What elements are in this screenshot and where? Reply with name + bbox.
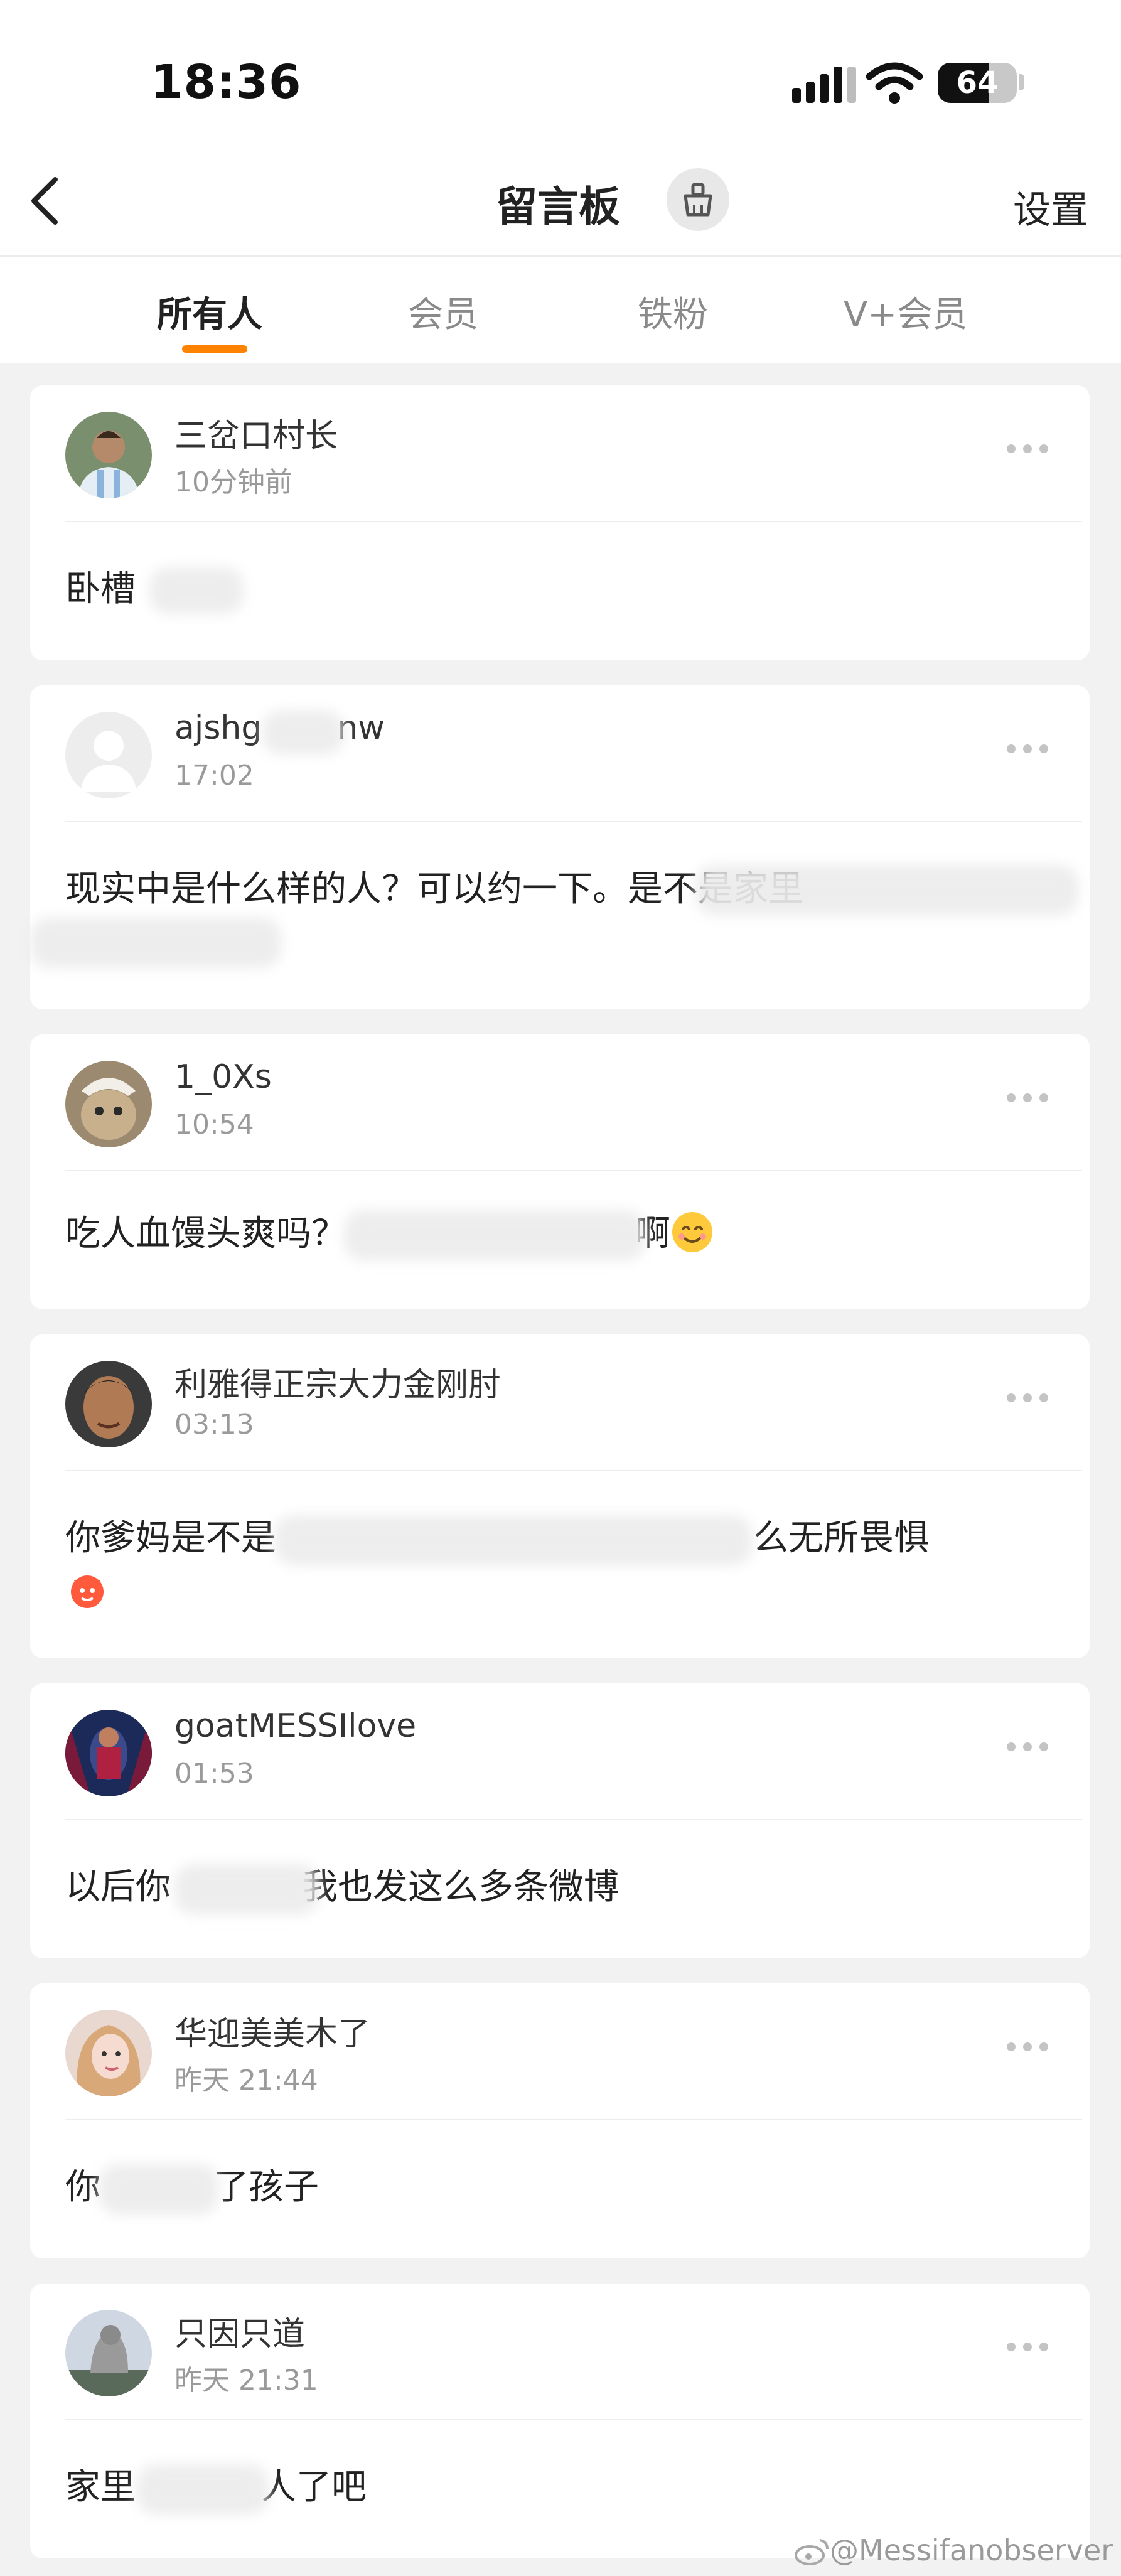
- message-time: 10:54: [174, 1108, 254, 1140]
- more-options-icon[interactable]: [1007, 1093, 1048, 1102]
- redaction-blur: [344, 1210, 645, 1260]
- smile-emoji-icon: [672, 1212, 712, 1252]
- message-card: 三岔口村长 10分钟前 卧槽: [30, 385, 1090, 660]
- tab-all[interactable]: 所有人: [157, 286, 262, 337]
- more-options-icon[interactable]: [1007, 1742, 1048, 1751]
- avatar[interactable]: [65, 712, 152, 798]
- card-divider: [65, 1819, 1082, 1820]
- broom-clean-button[interactable]: [667, 168, 729, 231]
- message-time: 01:53: [174, 1758, 254, 1790]
- tab-vplus-members[interactable]: V+会员: [844, 286, 967, 337]
- wifi-icon: [866, 62, 923, 104]
- redaction-blur: [174, 1864, 319, 1914]
- avatar[interactable]: [65, 2010, 152, 2096]
- more-options-icon[interactable]: [1007, 2343, 1048, 2351]
- more-options-icon[interactable]: [1007, 444, 1048, 453]
- username[interactable]: 利雅得正宗大力金刚肘: [174, 1358, 501, 1405]
- avatar[interactable]: [65, 412, 152, 498]
- tab-iron-fans[interactable]: 铁粉: [638, 286, 708, 337]
- battery-icon: 64: [938, 63, 1017, 103]
- battery-level: 64: [956, 65, 999, 100]
- message-card: 1_0Xs 10:54 吃人血馒头爽吗？啊: [30, 1034, 1090, 1309]
- message-time: 10分钟前: [174, 466, 292, 498]
- username[interactable]: 只因只道: [174, 2307, 305, 2354]
- card-divider: [65, 1170, 1082, 1171]
- redaction-blur: [275, 1515, 752, 1565]
- message-time: 昨天 21:44: [174, 2064, 318, 2096]
- redaction-blur: [30, 918, 281, 968]
- nav-divider: [0, 255, 1121, 257]
- devil-emoji-icon: [71, 1575, 104, 1608]
- status-time: 18:36: [151, 55, 302, 109]
- avatar[interactable]: [65, 1361, 152, 1447]
- redaction-blur: [137, 2464, 269, 2514]
- avatar[interactable]: [65, 1710, 152, 1796]
- tab-active-indicator: [182, 345, 247, 353]
- card-divider: [65, 521, 1082, 522]
- username[interactable]: 三岔口村长: [174, 409, 338, 456]
- redaction-blur: [695, 865, 1078, 915]
- more-options-icon[interactable]: [1007, 1393, 1048, 1402]
- message-card: 只因只道 昨天 21:31 家里 人了吧: [30, 2284, 1090, 2558]
- card-divider: [65, 821, 1082, 822]
- message-time: 昨天 21:31: [174, 2364, 318, 2396]
- card-divider: [65, 2419, 1082, 2420]
- username[interactable]: 1_0Xs: [174, 1058, 272, 1096]
- message-time: 17:02: [174, 759, 254, 792]
- page-title: 留言板: [496, 183, 620, 231]
- redaction-blur: [149, 567, 244, 614]
- settings-button[interactable]: 设置: [1013, 180, 1088, 234]
- message-card: goatMESSIlove 01:53 以后你 我也发这么多条微博: [30, 1683, 1090, 1958]
- message-card: 利雅得正宗大力金刚肘 03:13 你爹妈是不是 么无所畏惧: [30, 1334, 1090, 1658]
- avatar[interactable]: [65, 2310, 152, 2396]
- message-time: 03:13: [174, 1409, 254, 1441]
- card-divider: [65, 1470, 1082, 1471]
- more-options-icon[interactable]: [1007, 2042, 1048, 2051]
- avatar[interactable]: [65, 1061, 152, 1147]
- broom-clean-icon: [684, 183, 712, 217]
- tab-members[interactable]: 会员: [408, 286, 478, 337]
- weibo-logo-icon: [795, 2539, 829, 2565]
- message-card: 华迎美美木了 昨天 21:44 你了孩子: [30, 1983, 1090, 2258]
- redaction-blur: [99, 2164, 218, 2214]
- back-icon[interactable]: [28, 176, 65, 226]
- signal-icon: [792, 63, 856, 103]
- card-divider: [65, 2119, 1082, 2120]
- redaction-blur: [262, 711, 344, 754]
- more-options-icon[interactable]: [1007, 744, 1048, 753]
- username[interactable]: goatMESSIlove: [174, 1707, 416, 1745]
- message-card: ajshg nw 17:02 现实中是什么样的人？可以约一下。是不是家里: [30, 685, 1090, 1009]
- username[interactable]: 华迎美美木了: [174, 2007, 370, 2054]
- weibo-watermark: @Messifanobserver: [795, 2533, 1113, 2567]
- battery-nub: [1019, 74, 1024, 90]
